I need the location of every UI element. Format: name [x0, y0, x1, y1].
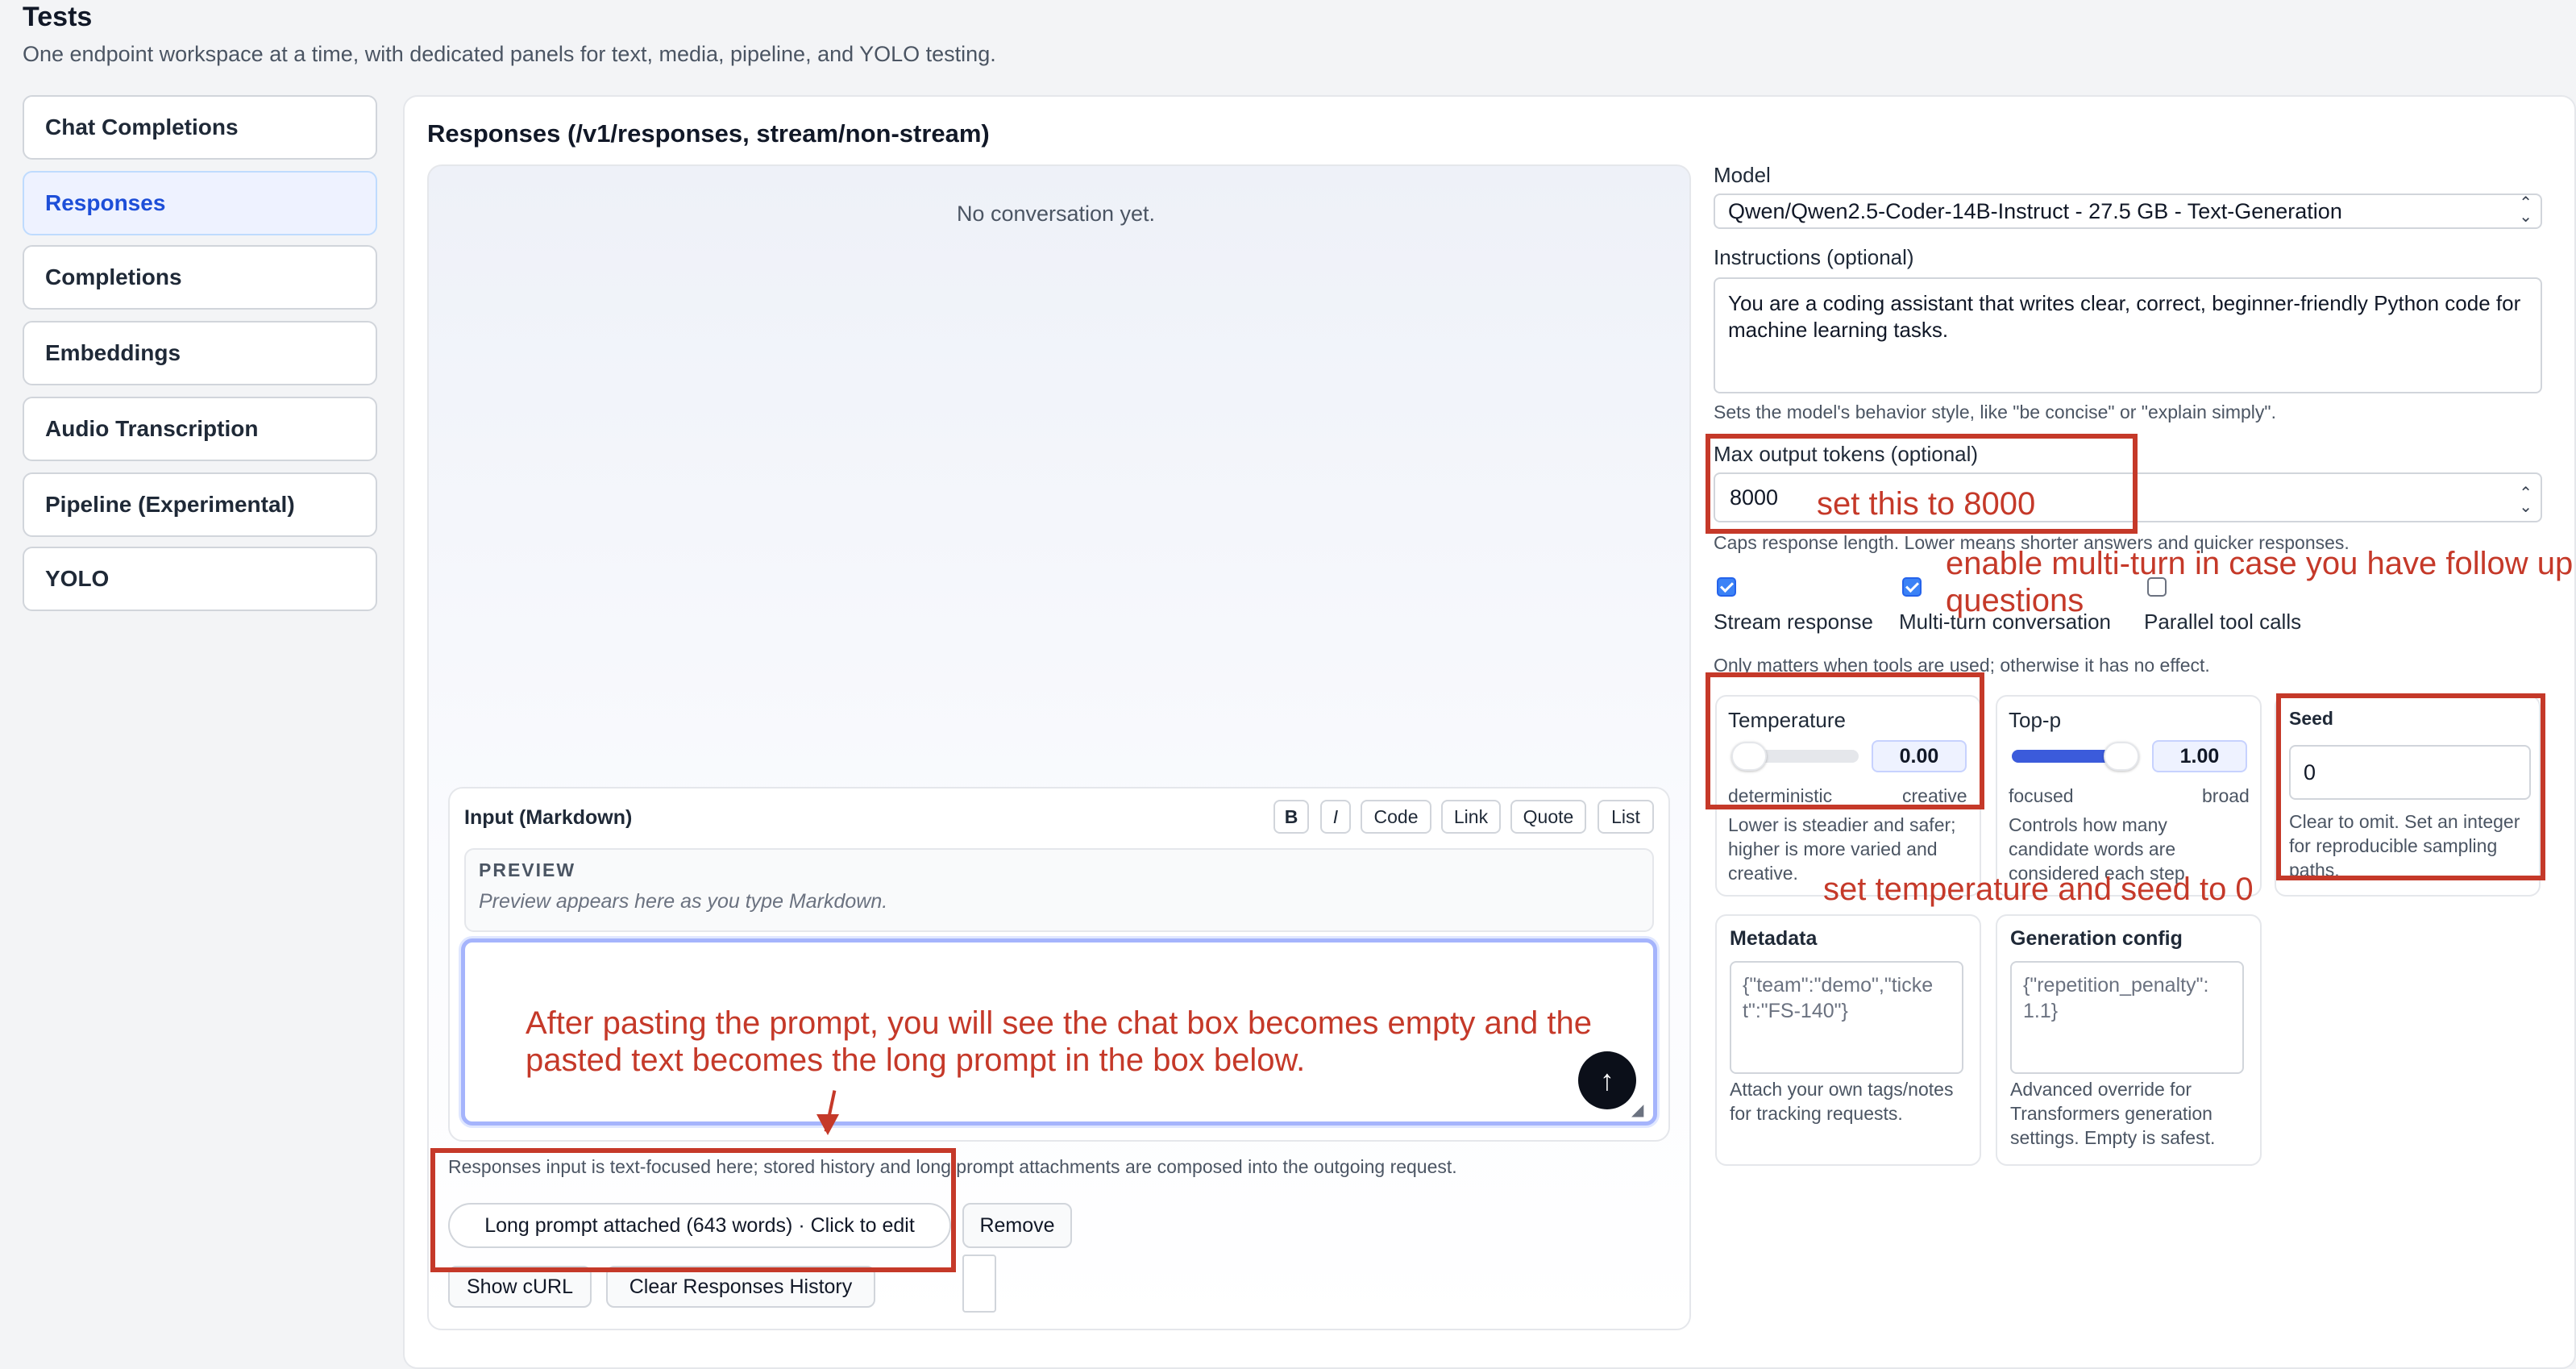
generation-config-help: Advanced override for Transformers gener…: [2010, 1079, 2216, 1148]
list-button[interactable]: List: [1598, 800, 1654, 834]
arrow-down-icon: [816, 1114, 839, 1135]
sidebar-item-audio-transcription[interactable]: Audio Transcription: [23, 397, 377, 461]
sidebar-item-responses[interactable]: Responses: [23, 171, 377, 235]
code-button[interactable]: Code: [1361, 800, 1431, 834]
top-p-value[interactable]: 1.00: [2152, 740, 2247, 772]
top-p-min-label: focused: [2009, 785, 2074, 806]
stepper-icon[interactable]: ⌃ ⌄: [2519, 485, 2532, 515]
top-p-thumb[interactable]: [2104, 742, 2139, 771]
annotation-box-long-prompt: [430, 1148, 956, 1272]
instructions-field[interactable]: You are a coding assistant that writes c…: [1714, 277, 2542, 393]
generation-config-field[interactable]: {"repetition_penalty": 1.1}: [2010, 961, 2244, 1074]
italic-button[interactable]: I: [1320, 800, 1351, 834]
model-value: Qwen/Qwen2.5-Coder-14B-Instruct - 27.5 G…: [1728, 198, 2342, 223]
annotation-box-seed: [2276, 693, 2545, 880]
annotation-paste: After pasting the prompt, you will see t…: [526, 1005, 1592, 1078]
bold-button[interactable]: B: [1273, 800, 1309, 834]
stream-label: Stream response: [1714, 610, 1873, 634]
select-chevron-icon: ⌃ ⌄: [2519, 194, 2532, 226]
metadata-label: Metadata: [1730, 927, 1818, 950]
remove-button[interactable]: Remove: [962, 1203, 1072, 1248]
sidebar-item-yolo[interactable]: YOLO: [23, 547, 377, 611]
sidebar-item-embeddings[interactable]: Embeddings: [23, 321, 377, 385]
annotation-tokens: set this to 8000: [1817, 486, 2036, 522]
top-p-label: Top-p: [2009, 708, 2062, 732]
annotation-multiturn: enable multi-turn in case you have follo…: [1946, 546, 2574, 618]
instructions-help: Sets the model's behavior style, like "b…: [1714, 402, 2276, 422]
input-label: Input (Markdown): [464, 806, 633, 829]
metadata-help: Attach your own tags/notes for tracking …: [1730, 1079, 1954, 1124]
model-select[interactable]: Qwen/Qwen2.5-Coder-14B-Instruct - 27.5 G…: [1714, 193, 2542, 229]
top-p-max-label: broad: [2202, 785, 2250, 806]
annotation-box-temperature: [1706, 672, 1984, 809]
quote-button[interactable]: Quote: [1510, 800, 1586, 834]
multiturn-checkbox[interactable]: [1902, 577, 1922, 597]
sidebar-item-completions[interactable]: Completions: [23, 245, 377, 310]
sidebar-item-chat-completions[interactable]: Chat Completions: [23, 95, 377, 160]
sidebar-item-pipeline[interactable]: Pipeline (Experimental): [23, 472, 377, 537]
preview-label: PREVIEW: [479, 859, 576, 880]
page-title: Tests: [23, 2, 93, 32]
section-title: Responses (/v1/responses, stream/non-str…: [427, 119, 990, 148]
resize-grip-icon[interactable]: ◢: [1631, 1100, 1643, 1120]
metadata-field[interactable]: {"team":"demo","ticket":"FS-140"}: [1730, 961, 1963, 1074]
model-label: Model: [1714, 163, 1771, 187]
stream-checkbox[interactable]: [1717, 577, 1736, 597]
preview-placeholder: Preview appears here as you type Markdow…: [479, 890, 888, 913]
empty-conversation-text: No conversation yet.: [956, 202, 1156, 226]
instructions-label: Instructions (optional): [1714, 245, 1914, 269]
page-subtitle: One endpoint workspace at a time, with d…: [23, 42, 996, 66]
annotation-temp-seed: set temperature and seed to 0: [1823, 872, 2254, 907]
link-button[interactable]: Link: [1441, 800, 1501, 834]
blank-control[interactable]: [962, 1255, 996, 1313]
generation-config-label: Generation config: [2010, 927, 2183, 950]
